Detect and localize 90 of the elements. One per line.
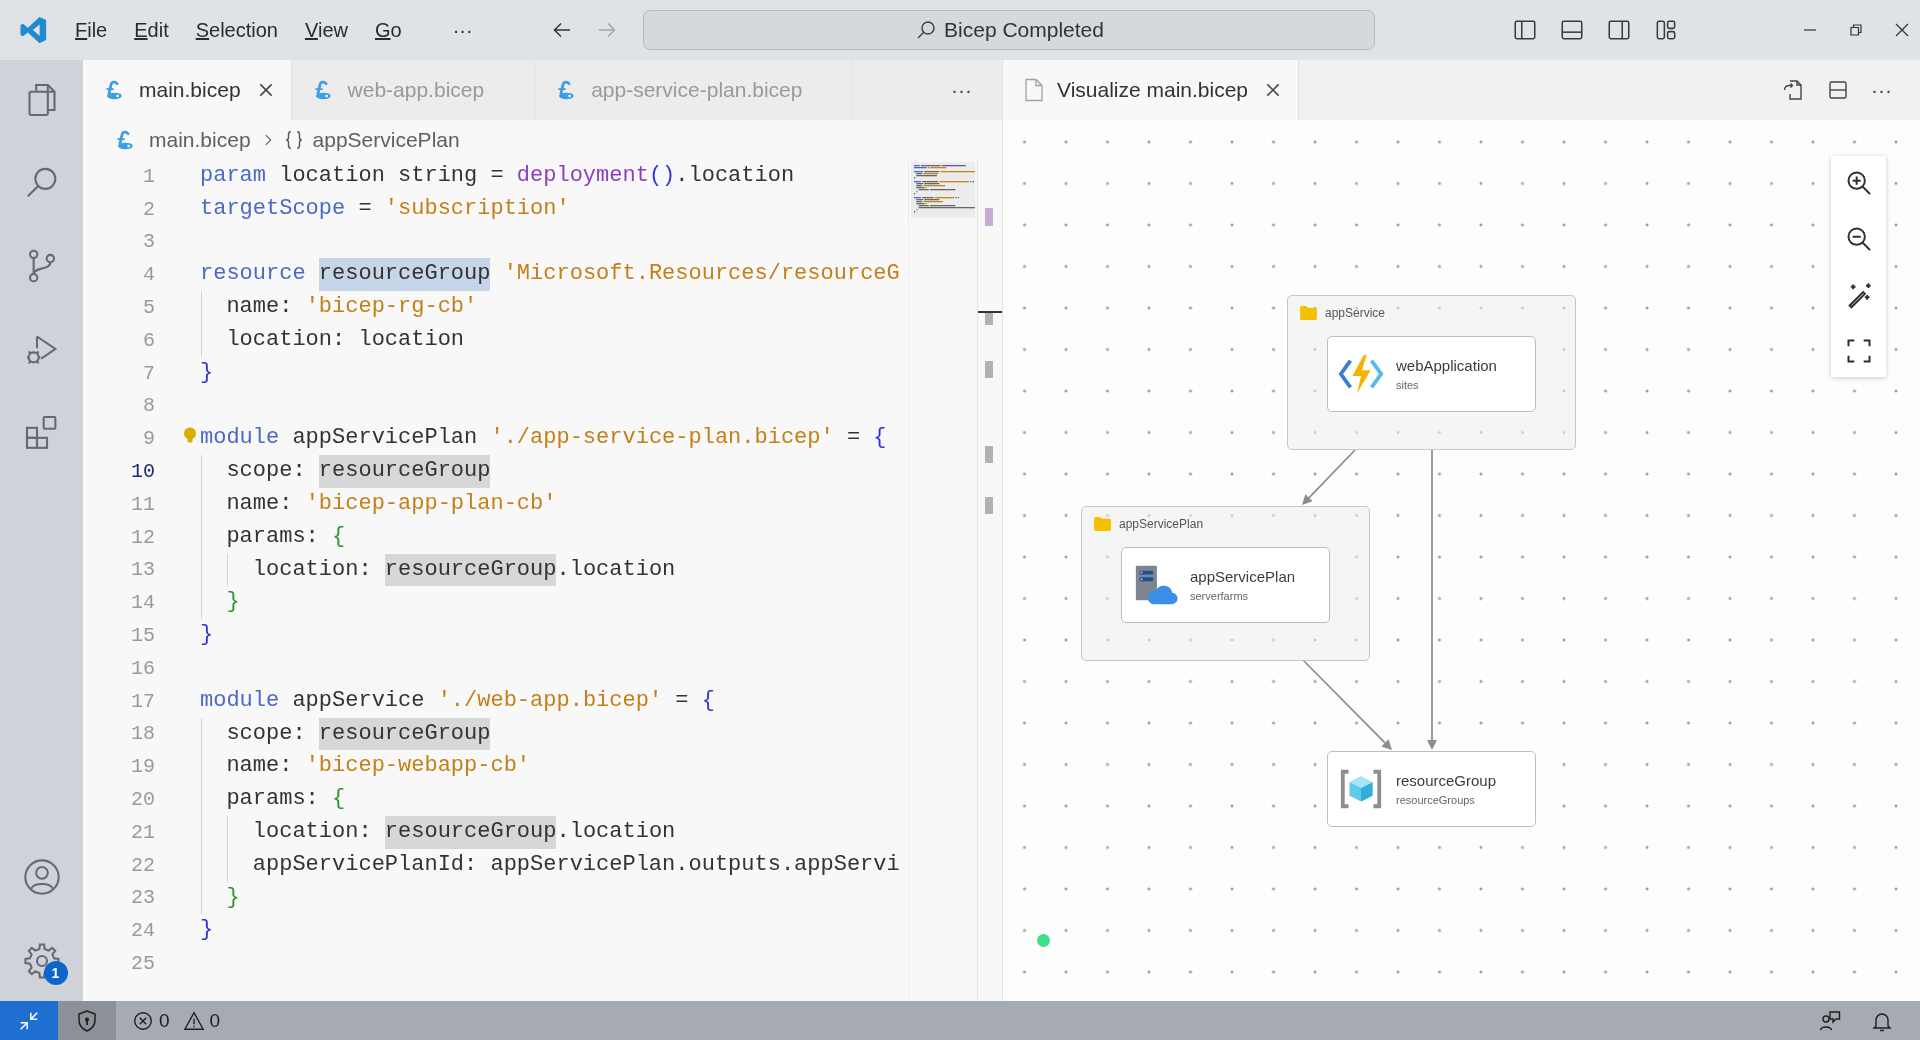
shield-button[interactable] xyxy=(58,1001,116,1040)
node-title: appServicePlan xyxy=(1190,568,1296,585)
menu-item[interactable]: File xyxy=(75,18,108,42)
menu-item[interactable]: Go xyxy=(375,18,402,42)
menu-item[interactable]: View xyxy=(305,18,348,42)
split-rectangle-icon[interactable] xyxy=(1826,78,1850,102)
node-subtitle: resourceGroups xyxy=(1396,794,1476,806)
person-speech-bubble-icon[interactable] xyxy=(1818,1008,1842,1033)
problems-indicator[interactable]: 0 0 xyxy=(132,1009,221,1032)
restore-icon[interactable] xyxy=(1849,23,1863,37)
menu-item[interactable]: Selection xyxy=(195,18,278,42)
code-line: scope: resourceGroup xyxy=(200,717,491,751)
breadcrumb-item[interactable]: appServicePlan xyxy=(312,128,460,152)
code-line: params: { xyxy=(200,520,346,554)
code-line: } xyxy=(200,881,240,915)
close-icon[interactable] xyxy=(1895,23,1909,37)
code-line: name: 'bicep-webapp-cb' xyxy=(200,750,531,784)
line-number: 4 xyxy=(142,263,155,287)
line-number: 13 xyxy=(130,558,155,582)
line-number: 5 xyxy=(142,296,155,320)
connector-arrow xyxy=(1302,449,1356,505)
editor-tab[interactable]: Visualize main.bicep xyxy=(1003,60,1300,120)
line-number: 10 xyxy=(130,460,155,484)
code-line: } xyxy=(200,916,214,945)
more-actions-button[interactable]: ··· xyxy=(951,78,972,102)
line-number: 6 xyxy=(142,328,155,352)
code-line: location: resourceGroup.location xyxy=(200,553,676,587)
code-line: location: resourceGroup.location xyxy=(200,815,676,849)
command-center-search[interactable]: Bicep Completed xyxy=(643,10,1375,50)
code-line: } xyxy=(200,358,214,387)
line-number: 25 xyxy=(130,952,155,975)
document-icon xyxy=(1023,78,1045,102)
remote-button[interactable] xyxy=(0,1001,58,1040)
line-number: 7 xyxy=(142,361,155,385)
code-line: resource resourceGroup 'Microsoft.Resources/resourceG xyxy=(200,258,900,292)
cube-brackets-icon xyxy=(1338,768,1384,810)
line-number: 12 xyxy=(130,525,155,549)
line-number: 20 xyxy=(130,788,155,812)
app-logo-icon xyxy=(18,15,48,45)
document-arrow-icon[interactable] xyxy=(1781,78,1805,102)
shield-icon xyxy=(77,1009,97,1032)
code-line: param location string = deployment().location xyxy=(200,162,795,190)
line-number: 8 xyxy=(142,394,155,418)
more-menu-button[interactable]: ··· xyxy=(452,18,473,42)
folder-icon xyxy=(1300,306,1317,320)
code-line: params: { xyxy=(200,783,346,816)
line-number: 24 xyxy=(130,919,155,943)
line-number: 9 xyxy=(142,427,155,451)
code-line: } xyxy=(200,621,214,650)
editor-tab[interactable]: main.bicep xyxy=(83,60,292,120)
line-number: 16 xyxy=(130,656,155,680)
person-circle-icon[interactable] xyxy=(21,857,62,897)
code-line: appServicePlanId: appServicePlan.outputs.appServi xyxy=(200,848,900,882)
folder-icon xyxy=(1094,517,1111,531)
inward-arrows-icon xyxy=(18,1009,40,1032)
node-title: webApplication xyxy=(1396,357,1497,374)
more-actions-button[interactable]: ··· xyxy=(1871,78,1892,102)
group-label: appService xyxy=(1325,306,1386,320)
line-number: 11 xyxy=(130,492,155,516)
code-line: } xyxy=(200,586,240,620)
node-title: resourceGroup xyxy=(1396,772,1497,789)
node-subtitle: serverfarms xyxy=(1190,590,1250,602)
line-number: 1 xyxy=(142,164,155,188)
code-line: targetScope = 'subscription' xyxy=(200,194,570,223)
breadcrumb-item[interactable]: main.bicep xyxy=(149,128,251,152)
notification-badge: 1 xyxy=(43,961,68,985)
line-number: 15 xyxy=(130,624,155,648)
group-label: appServicePlan xyxy=(1119,517,1204,531)
code-line: module appServicePlan './app-service-plan.bicep' = { xyxy=(200,424,887,453)
line-number: 22 xyxy=(130,853,155,877)
code-line: module appService './web-app.bicep' = { xyxy=(200,686,715,715)
line-number: 19 xyxy=(130,755,155,779)
error-icon xyxy=(132,1009,154,1032)
warning-icon xyxy=(182,1009,205,1032)
code-line: name: 'bicep-rg-cb' xyxy=(200,291,478,324)
line-number: 18 xyxy=(130,722,155,746)
code-line: scope: resourceGroup xyxy=(200,455,491,488)
code-line: name: 'bicep-app-plan-cb' xyxy=(200,487,557,521)
line-number: 17 xyxy=(130,689,155,713)
line-number: 3 xyxy=(142,230,155,254)
line-number: 21 xyxy=(130,820,155,844)
code-line: location: location xyxy=(200,324,465,357)
line-number: 14 xyxy=(130,591,155,615)
line-number: 2 xyxy=(142,197,155,221)
lightning-brackets-icon xyxy=(1338,353,1384,395)
line-number: 23 xyxy=(130,886,155,910)
status-dot-icon xyxy=(1037,934,1050,947)
node-subtitle: sites xyxy=(1396,379,1420,391)
menu-item[interactable]: Edit xyxy=(134,18,169,42)
settings-icon[interactable] xyxy=(21,941,62,981)
